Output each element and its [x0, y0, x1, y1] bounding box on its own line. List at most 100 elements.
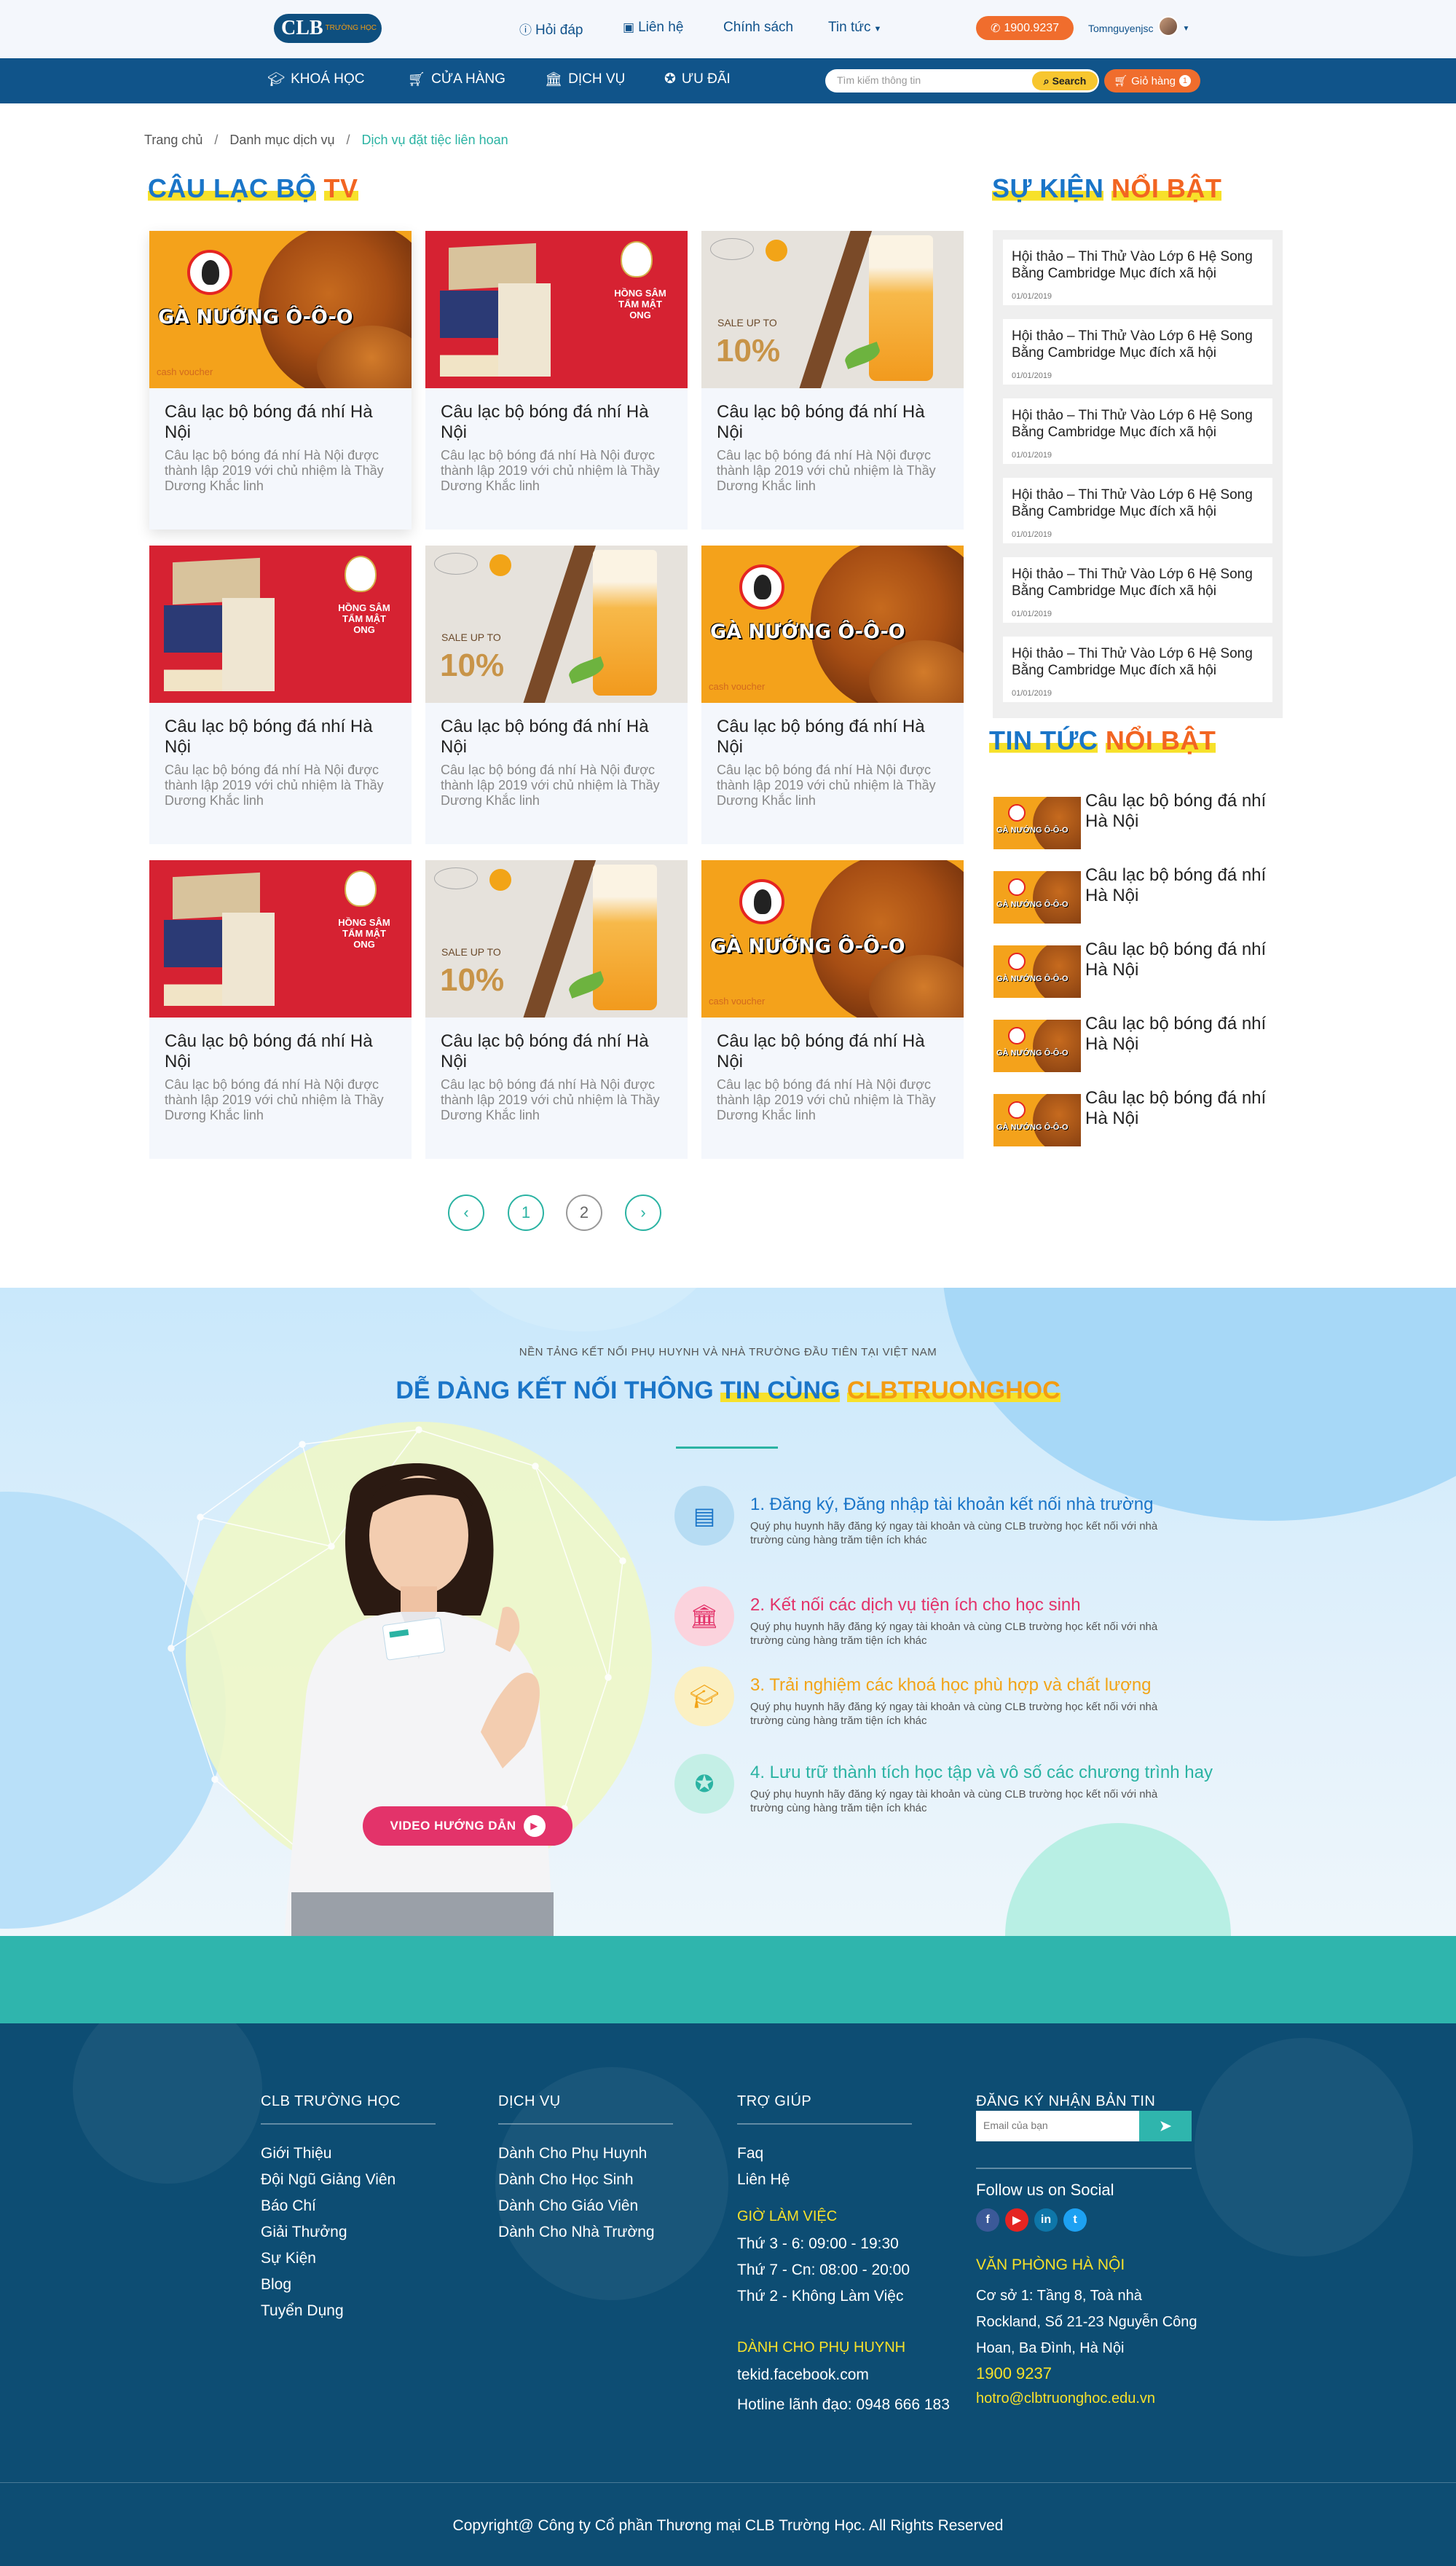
- footer-link[interactable]: Giải Thưởng: [261, 2223, 347, 2242]
- news-thumbnail[interactable]: GÀ NƯỚNG Ô-Ô-O: [993, 945, 1081, 998]
- club-card[interactable]: GÀ NƯỚNG Ô-Ô-O cash voucher Câu lạc bộ bón…: [701, 860, 964, 1159]
- parents-link[interactable]: tekid.facebook.com: [737, 2366, 869, 2385]
- event-title[interactable]: Hội thảo – Thi Thử Vào Lớp 6 Hệ Song Bằn…: [1012, 407, 1265, 441]
- footer-col-title: ĐĂNG KÝ NHẬN BẢN TIN: [976, 2093, 1156, 2109]
- card-title[interactable]: Câu lạc bộ bóng đá nhí Hà Nội: [441, 717, 675, 757]
- club-card[interactable]: GÀ NƯỚNG Ô-Ô-O cash voucher Câu lạc bộ bón…: [149, 231, 412, 530]
- search-button[interactable]: ⌕ Search: [1032, 71, 1098, 90]
- breadcrumb-category[interactable]: Danh mục dịch vụ: [229, 133, 334, 147]
- news-item[interactable]: GÀ NƯỚNG Ô-Ô-O Câu lạc bộ bóng đá nhí Hà …: [993, 940, 1285, 998]
- footer-link[interactable]: Sự Kiện: [261, 2249, 316, 2268]
- nav-khoa-hoc[interactable]: 🎓︎ KHOÁ HỌC: [267, 71, 364, 88]
- hotline-button[interactable]: ✆ 1900.9237: [976, 16, 1074, 40]
- card-description: Câu lạc bộ bóng đá nhí Hà Nội được thành…: [165, 1077, 384, 1122]
- footer-link[interactable]: Liên Hệ: [737, 2171, 790, 2189]
- club-card[interactable]: SALE UP TO 10% Câu lạc bộ bóng đá nhí Hà N…: [425, 860, 688, 1159]
- pagination-page-2[interactable]: 2: [566, 1195, 602, 1231]
- event-item[interactable]: Hội thảo – Thi Thử Vào Lớp 6 Hệ Song Bằn…: [1003, 319, 1272, 385]
- twitter-icon[interactable]: t: [1063, 2208, 1087, 2232]
- card-title[interactable]: Câu lạc bộ bóng đá nhí Hà Nội: [441, 402, 675, 443]
- card-title[interactable]: Câu lạc bộ bóng đá nhí Hà Nội: [165, 402, 399, 443]
- club-card[interactable]: HỒNG SÂM TẨM MẬT ONG Câu lạc bộ bóng đá n…: [425, 231, 688, 530]
- event-title[interactable]: Hội thảo – Thi Thử Vào Lớp 6 Hệ Song Bằn…: [1012, 248, 1265, 282]
- event-title[interactable]: Hội thảo – Thi Thử Vào Lớp 6 Hệ Song Bằn…: [1012, 328, 1265, 361]
- card-title[interactable]: Câu lạc bộ bóng đá nhí Hà Nội: [165, 717, 399, 757]
- pagination-next[interactable]: ›: [625, 1195, 661, 1231]
- topnav-label: Tin tức: [828, 20, 871, 35]
- event-item[interactable]: Hội thảo – Thi Thử Vào Lớp 6 Hệ Song Bằn…: [1003, 398, 1272, 464]
- event-item[interactable]: Hội thảo – Thi Thử Vào Lớp 6 Hệ Song Bằn…: [1003, 637, 1272, 702]
- footer-link[interactable]: Faq: [737, 2144, 763, 2163]
- footer-link[interactable]: Đội Ngũ Giảng Viên: [261, 2171, 396, 2189]
- club-card[interactable]: SALE UP TO 10% Câu lạc bộ bóng đá nhí Hà N…: [701, 231, 964, 530]
- nav-dich-vu[interactable]: 🏛︎ DỊCH VỤ: [545, 71, 625, 88]
- footer-link[interactable]: Dành Cho Phụ Huynh: [498, 2144, 647, 2163]
- topnav-lien-he[interactable]: ▣ Liên hệ: [623, 20, 683, 36]
- breadcrumb-home[interactable]: Trang chủ: [144, 133, 202, 147]
- news-item[interactable]: GÀ NƯỚNG Ô-Ô-O Câu lạc bộ bóng đá nhí Hà …: [993, 1014, 1285, 1072]
- office-email[interactable]: hotro@clbtruonghoc.edu.vn: [976, 2390, 1155, 2407]
- office-phone[interactable]: 1900 9237: [976, 2364, 1052, 2383]
- title-underline: [676, 1447, 778, 1449]
- phone-icon: ✆: [990, 22, 1001, 35]
- footer-link[interactable]: Dành Cho Nhà Trường: [498, 2223, 655, 2242]
- hours-item: Thứ 2 - Không Làm Việc: [737, 2288, 904, 2305]
- card-title[interactable]: Câu lạc bộ bóng đá nhí Hà Nội: [165, 1031, 399, 1072]
- card-title[interactable]: Câu lạc bộ bóng đá nhí Hà Nội: [717, 402, 951, 443]
- news-title[interactable]: Câu lạc bộ bóng đá nhí Hà Nội: [1085, 1088, 1286, 1129]
- news-thumbnail[interactable]: GÀ NƯỚNG Ô-Ô-O: [993, 1094, 1081, 1146]
- user-menu[interactable]: Tomnguyenjsc ▼: [1088, 16, 1189, 36]
- footer-link[interactable]: Blog: [261, 2275, 291, 2294]
- breadcrumb: Trang chủ / Danh mục dịch vụ / Dịch vụ đặt t…: [144, 133, 508, 148]
- pagination-prev[interactable]: ‹: [448, 1195, 484, 1231]
- nav-cua-hang[interactable]: 🛒︎ CỬA HÀNG: [408, 71, 505, 88]
- event-title[interactable]: Hội thảo – Thi Thử Vào Lớp 6 Hệ Song Bằn…: [1012, 645, 1265, 679]
- news-title[interactable]: Câu lạc bộ bóng đá nhí Hà Nội: [1085, 1014, 1286, 1055]
- nav-label: ƯU ĐÃI: [681, 71, 731, 87]
- club-card[interactable]: GÀ NƯỚNG Ô-Ô-O cash voucher Câu lạc bộ bón…: [701, 546, 964, 844]
- topnav-chinh-sach[interactable]: Chính sách: [723, 20, 793, 36]
- news-thumbnail[interactable]: GÀ NƯỚNG Ô-Ô-O: [993, 797, 1081, 849]
- footer-link[interactable]: Dành Cho Giáo Viên: [498, 2197, 638, 2216]
- event-title[interactable]: Hội thảo – Thi Thử Vào Lớp 6 Hệ Song Bằn…: [1012, 487, 1265, 520]
- newsletter-submit-button[interactable]: ➤: [1139, 2111, 1192, 2141]
- nav-uu-dai[interactable]: ✪ ƯU ĐÃI: [664, 71, 731, 87]
- news-title[interactable]: Câu lạc bộ bóng đá nhí Hà Nội: [1085, 865, 1286, 906]
- news-title[interactable]: Câu lạc bộ bóng đá nhí Hà Nội: [1085, 791, 1286, 832]
- event-item[interactable]: Hội thảo – Thi Thử Vào Lớp 6 Hệ Song Bằn…: [1003, 240, 1272, 305]
- linkedin-icon[interactable]: in: [1034, 2208, 1058, 2232]
- card-title[interactable]: Câu lạc bộ bóng đá nhí Hà Nội: [717, 1031, 951, 1072]
- news-thumbnail[interactable]: GÀ NƯỚNG Ô-Ô-O: [993, 1020, 1081, 1072]
- news-title[interactable]: Câu lạc bộ bóng đá nhí Hà Nội: [1085, 940, 1286, 980]
- news-item[interactable]: GÀ NƯỚNG Ô-Ô-O Câu lạc bộ bóng đá nhí Hà …: [993, 791, 1285, 849]
- youtube-icon[interactable]: ▶: [1005, 2208, 1028, 2232]
- event-item[interactable]: Hội thảo – Thi Thử Vào Lớp 6 Hệ Song Bằn…: [1003, 478, 1272, 543]
- teal-band: [0, 1936, 1456, 2023]
- facebook-icon[interactable]: f: [976, 2208, 999, 2232]
- pagination-page-1[interactable]: 1: [508, 1195, 544, 1231]
- event-item[interactable]: Hội thảo – Thi Thử Vào Lớp 6 Hệ Song Bằn…: [1003, 557, 1272, 623]
- site-logo[interactable]: CLB TRƯỜNG HỌC: [274, 14, 382, 43]
- card-title[interactable]: Câu lạc bộ bóng đá nhí Hà Nội: [717, 717, 951, 757]
- newsletter-email-input[interactable]: [983, 2120, 1129, 2131]
- hotline-number: 1900.9237: [1004, 21, 1060, 34]
- topnav-hoi-dap[interactable]: ⓘ Hỏi đáp: [519, 20, 583, 39]
- footer-link[interactable]: Giới Thiệu: [261, 2144, 331, 2163]
- news-thumbnail[interactable]: GÀ NƯỚNG Ô-Ô-O: [993, 871, 1081, 924]
- search-input[interactable]: [837, 74, 1019, 86]
- card-image: HỒNG SÂM TẨM MẬT ONG: [149, 860, 412, 1018]
- footer-link[interactable]: Báo Chí: [261, 2197, 316, 2216]
- event-title[interactable]: Hội thảo – Thi Thử Vào Lớp 6 Hệ Song Bằn…: [1012, 566, 1265, 599]
- club-card[interactable]: SALE UP TO 10% Câu lạc bộ bóng đá nhí Hà N…: [425, 546, 688, 844]
- news-item[interactable]: GÀ NƯỚNG Ô-Ô-O Câu lạc bộ bóng đá nhí Hà …: [993, 865, 1285, 924]
- card-title[interactable]: Câu lạc bộ bóng đá nhí Hà Nội: [441, 1031, 675, 1072]
- title-part: NỔI BẬT: [1105, 725, 1216, 755]
- footer-link[interactable]: Tuyển Dụng: [261, 2302, 344, 2321]
- news-item[interactable]: GÀ NƯỚNG Ô-Ô-O Câu lạc bộ bóng đá nhí Hà …: [993, 1088, 1285, 1146]
- footer-link[interactable]: Dành Cho Học Sinh: [498, 2171, 634, 2189]
- club-card[interactable]: HỒNG SÂM TẨM MẬT ONG Câu lạc bộ bóng đá n…: [149, 546, 412, 844]
- topnav-tin-tuc[interactable]: Tin tức ▼: [828, 20, 881, 36]
- video-guide-button[interactable]: VIDEO HƯỚNG DẪN ▶: [363, 1806, 572, 1846]
- club-card[interactable]: HỒNG SÂM TẨM MẬT ONG Câu lạc bộ bóng đá n…: [149, 860, 412, 1159]
- cart-button[interactable]: 🛒︎ Giỏ hàng 1: [1104, 69, 1200, 93]
